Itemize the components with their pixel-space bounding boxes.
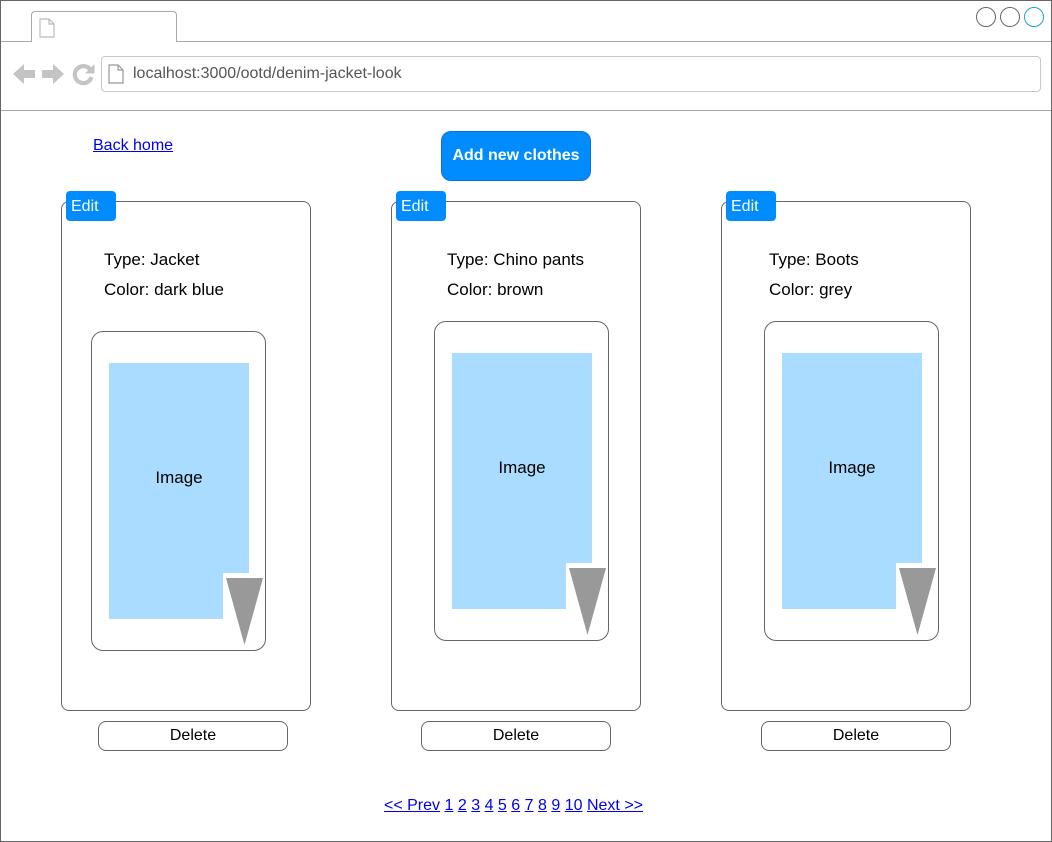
- minimize-button[interactable]: [976, 7, 996, 27]
- next-page-link[interactable]: Next >>: [587, 797, 643, 814]
- clothes-color: Color: brown: [447, 280, 544, 299]
- image-frame: Image: [764, 321, 939, 641]
- prev-page-link[interactable]: << Prev: [384, 797, 440, 814]
- image-label: Image: [828, 458, 876, 477]
- forward-arrow-icon[interactable]: [41, 62, 65, 86]
- page-link-4[interactable]: 4: [485, 797, 494, 814]
- page-link-5[interactable]: 5: [498, 797, 507, 814]
- browser-tab[interactable]: [31, 11, 177, 42]
- back-arrow-icon[interactable]: [12, 62, 36, 86]
- back-home-link[interactable]: Back home: [93, 137, 173, 155]
- image-placeholder-icon: [452, 353, 606, 635]
- url-text[interactable]: localhost:3000/ootd/denim-jacket-look: [133, 65, 402, 83]
- browser-window: localhost:3000/ootd/denim-jacket-look Ba…: [0, 0, 1052, 842]
- image-frame: Image: [434, 321, 609, 641]
- page-link-9[interactable]: 9: [551, 797, 560, 814]
- page-link-2[interactable]: 2: [458, 797, 467, 814]
- delete-button[interactable]: Delete: [421, 721, 611, 751]
- tab-bar: [1, 1, 1051, 42]
- image-frame: Image: [91, 331, 266, 651]
- pagination: << Prev 1 2 3 4 5 6 7 8 9 10 Next >>: [384, 797, 643, 815]
- add-new-clothes-button[interactable]: Add new clothes: [441, 131, 591, 181]
- edit-button[interactable]: Edit: [66, 191, 116, 221]
- edit-button[interactable]: Edit: [726, 191, 776, 221]
- page-link-6[interactable]: 6: [511, 797, 520, 814]
- navigation-bar: localhost:3000/ootd/denim-jacket-look: [1, 42, 1051, 111]
- page-icon: [108, 64, 124, 84]
- page-link-1[interactable]: 1: [444, 797, 453, 814]
- image-label: Image: [155, 468, 203, 487]
- page-icon: [39, 18, 55, 38]
- clothes-type: Type: Boots: [769, 250, 859, 269]
- edit-button[interactable]: Edit: [396, 191, 446, 221]
- clothes-type: Type: Jacket: [104, 250, 200, 269]
- reload-icon[interactable]: [71, 62, 95, 86]
- page-link-7[interactable]: 7: [525, 797, 534, 814]
- maximize-button[interactable]: [1000, 7, 1020, 27]
- delete-button[interactable]: Delete: [98, 721, 288, 751]
- clothes-type: Type: Chino pants: [447, 250, 585, 269]
- delete-button[interactable]: Delete: [761, 721, 951, 751]
- clothes-color: Color: grey: [769, 280, 853, 299]
- clothes-color: Color: dark blue: [104, 280, 225, 299]
- page-link-10[interactable]: 10: [565, 797, 583, 814]
- close-button[interactable]: [1024, 7, 1044, 27]
- address-bar[interactable]: localhost:3000/ootd/denim-jacket-look: [101, 56, 1041, 92]
- image-placeholder-icon: [782, 353, 936, 635]
- page-link-8[interactable]: 8: [538, 797, 547, 814]
- page-link-3[interactable]: 3: [471, 797, 480, 814]
- image-placeholder-icon: [109, 363, 263, 645]
- image-label: Image: [498, 458, 546, 477]
